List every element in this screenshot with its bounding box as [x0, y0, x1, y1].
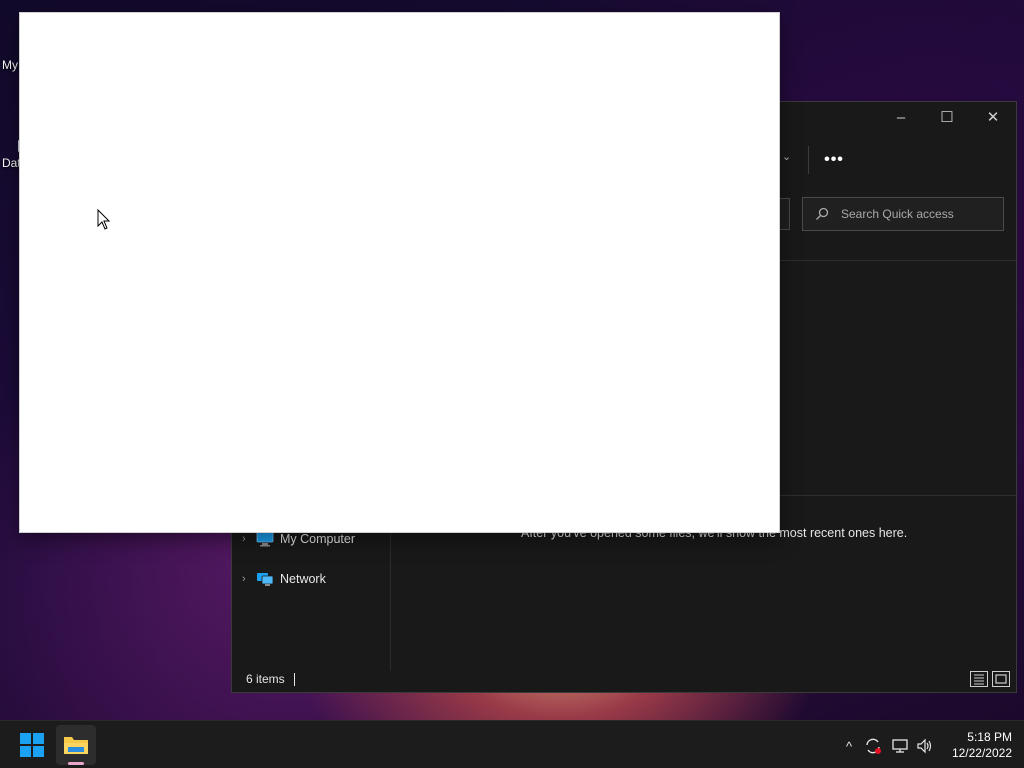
details-view-button[interactable] [970, 671, 988, 687]
maximize-icon: ☐ [940, 109, 954, 126]
volume-button[interactable] [914, 735, 936, 757]
chevron-down-icon[interactable]: ⌄ [782, 150, 791, 163]
windows-logo-icon [20, 733, 44, 757]
details-view-icon [974, 674, 984, 685]
clock-time: 5:18 PM [967, 730, 1012, 744]
minimize-icon: – [896, 108, 906, 126]
close-icon: ✕ [986, 109, 1000, 126]
sync-status-button[interactable] [862, 735, 884, 757]
clock-date: 12/22/2022 [951, 746, 1012, 760]
search-input[interactable] [841, 207, 991, 221]
more-options-button[interactable]: ••• [818, 144, 850, 176]
speaker-icon [917, 738, 932, 754]
nav-item-label: My Computer [280, 532, 356, 546]
nav-item-network[interactable]: › Network [242, 567, 382, 591]
toolbar-separator [808, 146, 809, 174]
search-icon [815, 207, 829, 221]
taskbar: ^ 5:18 PM 12/22/2022 [0, 720, 1024, 768]
start-button[interactable] [12, 725, 52, 765]
chevron-right-icon[interactable]: › [242, 573, 256, 585]
network-icon [256, 571, 274, 587]
minimize-button[interactable]: – [878, 102, 924, 132]
show-hidden-icons-button[interactable]: ^ [838, 735, 860, 757]
sync-icon [866, 738, 881, 754]
large-icons-view-button[interactable] [992, 671, 1010, 687]
network-status-button[interactable] [889, 735, 911, 757]
network-monitor-icon [892, 739, 908, 753]
close-button[interactable]: ✕ [970, 102, 1016, 132]
item-count: 6 items [246, 672, 285, 686]
folder-icon [64, 737, 88, 754]
search-box[interactable] [802, 197, 1004, 231]
nav-item-label: Network [280, 572, 326, 586]
file-explorer-taskbar-button[interactable] [56, 725, 96, 765]
computer-icon [256, 531, 274, 547]
large-icons-view-icon [995, 674, 1007, 684]
chevron-up-icon: ^ [845, 738, 853, 754]
more-icon: ••• [824, 151, 844, 168]
mouse-cursor-icon [97, 209, 111, 230]
desktop-icon-label: My [2, 58, 18, 72]
desktop-icon-label: Dat [2, 156, 21, 170]
active-app-indicator [68, 762, 84, 765]
maximize-button[interactable]: ☐ [924, 102, 970, 132]
status-bar: 6 items [232, 668, 1016, 692]
status-separator [294, 673, 295, 686]
blank-window[interactable] [19, 12, 780, 533]
chevron-right-icon[interactable]: › [242, 533, 256, 545]
taskbar-clock[interactable]: 5:18 PM 12/22/2022 [940, 729, 1012, 761]
